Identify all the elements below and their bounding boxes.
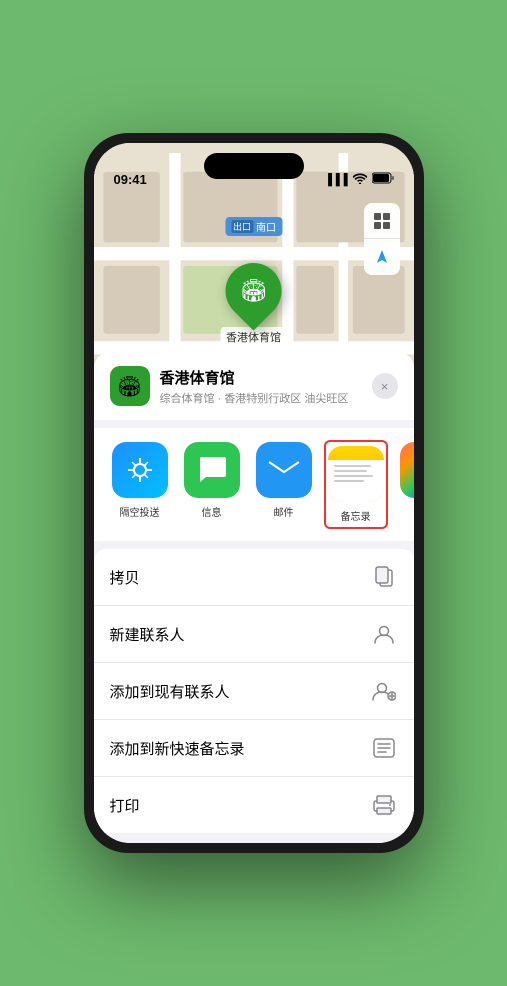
share-item-notes[interactable]: 备忘录 (326, 442, 386, 527)
status-icons: ▐▐▐ (324, 172, 393, 187)
location-pin: 🏟 香港体育馆 (220, 263, 287, 347)
airdrop-icon (112, 442, 168, 498)
location-info: 香港体育馆 综合体育馆 · 香港特别行政区 油尖旺区 (160, 367, 372, 406)
map-view-button[interactable] (364, 203, 400, 239)
share-row: 隔空投送 信息 (94, 428, 414, 541)
quick-note-icon (370, 734, 398, 762)
bottom-sheet: 🏟 香港体育馆 综合体育馆 · 香港特别行政区 油尖旺区 × (94, 352, 414, 843)
action-copy[interactable]: 拷贝 (94, 549, 414, 606)
map-controls[interactable] (364, 203, 400, 275)
action-new-contact[interactable]: 新建联系人 (94, 606, 414, 663)
new-contact-icon (370, 620, 398, 648)
close-icon: × (381, 379, 389, 394)
action-add-existing-label: 添加到现有联系人 (110, 681, 230, 702)
map-label-text: 南口 (256, 219, 276, 234)
signal-icon: ▐▐▐ (324, 174, 347, 186)
copy-icon (370, 563, 398, 591)
pin-stadium-icon: 🏟 (240, 278, 268, 304)
phone-frame: 09:41 ▐▐▐ (84, 133, 424, 853)
action-quick-note-label: 添加到新快速备忘录 (110, 738, 245, 759)
location-card: 🏟 香港体育馆 综合体育馆 · 香港特别行政区 油尖旺区 × (94, 352, 414, 420)
pin-circle: 🏟 (214, 251, 293, 330)
share-item-mail[interactable]: 邮件 (254, 442, 314, 527)
airdrop-label: 隔空投送 (120, 504, 160, 519)
map-label-tag: 出口 南口 (225, 217, 282, 236)
add-contact-icon (370, 677, 398, 705)
wifi-icon (353, 173, 367, 187)
more-dots-icon (400, 442, 414, 498)
action-new-contact-label: 新建联系人 (110, 624, 185, 645)
share-item-more[interactable]: 提 (398, 442, 414, 527)
location-name: 香港体育馆 (160, 367, 372, 388)
notes-icon (328, 446, 384, 502)
print-icon (370, 791, 398, 819)
status-time: 09:41 (114, 172, 147, 187)
close-button[interactable]: × (372, 373, 398, 399)
action-print-label: 打印 (110, 795, 140, 816)
messages-icon (184, 442, 240, 498)
mail-label: 邮件 (274, 504, 294, 519)
location-button[interactable] (364, 239, 400, 275)
share-item-messages[interactable]: 信息 (182, 442, 242, 527)
mail-icon (256, 442, 312, 498)
dynamic-island (204, 153, 304, 179)
action-add-existing-contact[interactable]: 添加到现有联系人 (94, 663, 414, 720)
location-subtitle: 综合体育馆 · 香港特别行政区 油尖旺区 (160, 390, 372, 406)
label-badge: 出口 (231, 220, 253, 233)
notes-label: 备忘录 (341, 508, 371, 523)
action-print[interactable]: 打印 (94, 777, 414, 833)
action-list: 拷贝 新建联系人 (94, 549, 414, 833)
action-copy-label: 拷贝 (110, 567, 140, 588)
phone-screen: 09:41 ▐▐▐ (94, 143, 414, 843)
location-thumb-icon: 🏟 (110, 366, 150, 406)
messages-label: 信息 (202, 504, 222, 519)
action-add-quick-note[interactable]: 添加到新快速备忘录 (94, 720, 414, 777)
battery-icon (372, 172, 394, 187)
share-item-airdrop[interactable]: 隔空投送 (110, 442, 170, 527)
